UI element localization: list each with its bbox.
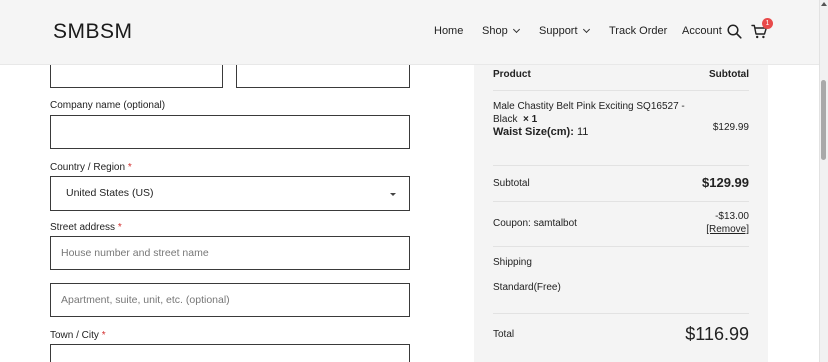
chevron-down-icon [512,25,520,34]
country-select-value: United States (US) [66,187,154,199]
page-scrollbar[interactable] [819,0,828,362]
shipping-label: Shipping [493,257,532,268]
total-label: Total [493,329,515,340]
item-name-line1: Male Chastity Belt Pink Exciting SQ16527… [493,101,685,112]
required-mark: * [117,222,122,233]
item-name-line2: Black × 1 [493,114,537,125]
divider [493,165,749,166]
nav-shop[interactable]: Shop [482,25,520,37]
item-price: $129.99 [712,122,749,133]
city-label-text: Town / City [50,330,99,341]
country-label: Country / Region * [50,162,132,173]
select-arrow-icon [390,193,396,196]
nav-track-order[interactable]: Track Order [609,25,667,37]
nav-account[interactable]: Account [682,25,722,37]
city-label: Town / City * [50,330,106,341]
company-name-label: Company name (optional) [50,100,166,111]
item-attribute-value: 11 [576,126,589,138]
nav-account-label: Account [682,25,722,37]
scrollbar-thumb[interactable] [821,80,826,160]
divider [493,201,749,202]
search-icon[interactable] [727,24,742,44]
total-value: $116.99 [685,324,749,344]
divider [493,313,749,314]
nav-home[interactable]: Home [434,25,463,37]
site-header: SMBSM Home Shop Support Track Order Acco… [0,0,819,65]
country-label-text: Country / Region [50,162,126,173]
apartment-placeholder: Apartment, suite, unit, etc. (optional) [61,294,230,306]
street-address-placeholder: House number and street name [61,247,209,259]
company-name-field[interactable] [50,115,410,149]
chevron-down-icon [582,25,590,34]
divider [493,90,749,91]
site-logo[interactable]: SMBSM [53,20,133,44]
coupon-label: Coupon: samtalbot [493,218,577,229]
shipping-method: Standard(Free) [493,282,561,293]
street-address-label-text: Street address [50,222,116,233]
item-quantity: × 1 [523,114,538,125]
city-field[interactable] [50,344,410,362]
subtotal-column-header: Subtotal [709,69,749,80]
nav-support-label: Support [539,25,578,37]
nav-track-order-label: Track Order [609,25,668,37]
nav-shop-label: Shop [482,25,508,37]
scroll-up-arrow-icon[interactable] [821,2,827,6]
item-attribute: Waist Size(cm): 11 [493,126,588,138]
product-column-header: Product [493,69,531,80]
divider [493,246,749,247]
subtotal-value: $129.99 [702,175,749,190]
nav-support[interactable]: Support [539,25,590,37]
item-name-line2-text: Black [493,114,518,125]
required-mark: * [101,330,106,341]
street-address-label: Street address * [50,222,122,233]
coupon-discount: -$13.00 [715,211,749,222]
required-mark: * [127,162,132,173]
cart-count-badge: 1 [762,18,773,29]
remove-coupon-link[interactable]: [Remove] [706,224,749,235]
nav-home-label: Home [434,25,464,37]
subtotal-label: Subtotal [493,178,530,189]
item-attribute-label: Waist Size(cm): [493,126,574,138]
